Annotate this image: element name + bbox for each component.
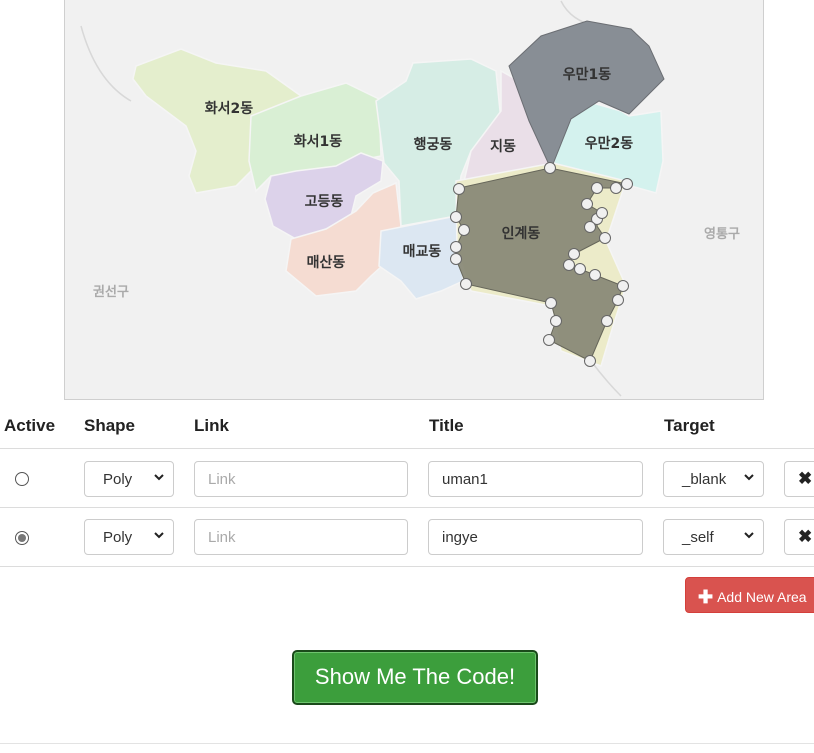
- label-maegyo: 매교동: [403, 244, 442, 260]
- header-link: Link: [194, 416, 229, 435]
- label-uman1: 우만1동: [563, 67, 612, 83]
- delete-area-button[interactable]: ✖: [784, 519, 814, 555]
- header-title: Title: [429, 416, 464, 435]
- title-input[interactable]: uman1: [428, 461, 643, 497]
- table-row: Poly Link ingye _self ✖: [0, 507, 814, 567]
- label-hwaseo2: 화서2동: [205, 101, 254, 117]
- chevron-down-icon: [744, 532, 754, 539]
- active-radio[interactable]: [15, 472, 29, 486]
- link-input-placeholder: Link: [208, 529, 236, 546]
- chevron-down-icon: [744, 474, 754, 481]
- label-gwonseon: 권선구: [93, 284, 129, 300]
- chevron-down-icon: [154, 474, 164, 481]
- divider: [0, 743, 814, 744]
- chevron-down-icon: [154, 532, 164, 539]
- link-input-placeholder: Link: [208, 471, 236, 488]
- title-input[interactable]: ingye: [428, 519, 643, 555]
- label-uman2: 우만2동: [585, 136, 634, 152]
- target-select[interactable]: _self: [663, 519, 764, 555]
- label-hwaseo1: 화서1동: [294, 134, 343, 150]
- close-icon: ✖: [798, 527, 813, 546]
- target-select[interactable]: _blank: [663, 461, 764, 497]
- plus-icon: ✚: [698, 587, 714, 607]
- label-haenggung: 행궁동: [414, 137, 453, 153]
- shape-select[interactable]: Poly: [84, 519, 174, 555]
- link-input[interactable]: Link: [194, 461, 408, 497]
- label-maesan: 매산동: [307, 254, 346, 271]
- header-target: Target: [664, 416, 715, 435]
- title-input-value: ingye: [442, 529, 478, 546]
- label-yeongtong: 영통구: [704, 227, 740, 242]
- header-shape: Shape: [84, 416, 136, 435]
- show-code-label: Show Me The Code!: [314, 664, 516, 689]
- show-code-button[interactable]: Show Me The Code!: [292, 650, 538, 705]
- target-select-value: _blank: [682, 471, 727, 488]
- delete-area-button[interactable]: ✖: [784, 461, 814, 497]
- shape-select[interactable]: Poly: [84, 461, 174, 497]
- target-select-value: _self: [682, 529, 714, 546]
- title-input-value: uman1: [442, 471, 488, 488]
- add-new-area-button[interactable]: ✚ Add New Area: [685, 577, 814, 613]
- table-row: Poly Link uman1 _blank ✖: [0, 448, 814, 507]
- label-godeung: 고등동: [305, 194, 344, 210]
- close-icon: ✖: [798, 469, 813, 488]
- shape-select-value: Poly: [103, 471, 133, 488]
- shape-select-value: Poly: [103, 529, 133, 546]
- add-new-area-label: Add New Area: [717, 589, 807, 605]
- image-map-canvas[interactable]: 화서2동 화서1동 고등동 매산동 행궁동 매교동 지동 우만1동 우만2동 인…: [64, 0, 764, 400]
- active-radio[interactable]: [15, 531, 29, 545]
- label-ji: 지동: [490, 139, 516, 155]
- map-svg[interactable]: 화서2동 화서1동 고등동 매산동 행궁동 매교동 지동 우만1동 우만2동 인…: [65, 0, 764, 400]
- link-input[interactable]: Link: [194, 519, 408, 555]
- header-active: Active: [4, 416, 56, 435]
- label-ingye: 인계동: [502, 225, 541, 242]
